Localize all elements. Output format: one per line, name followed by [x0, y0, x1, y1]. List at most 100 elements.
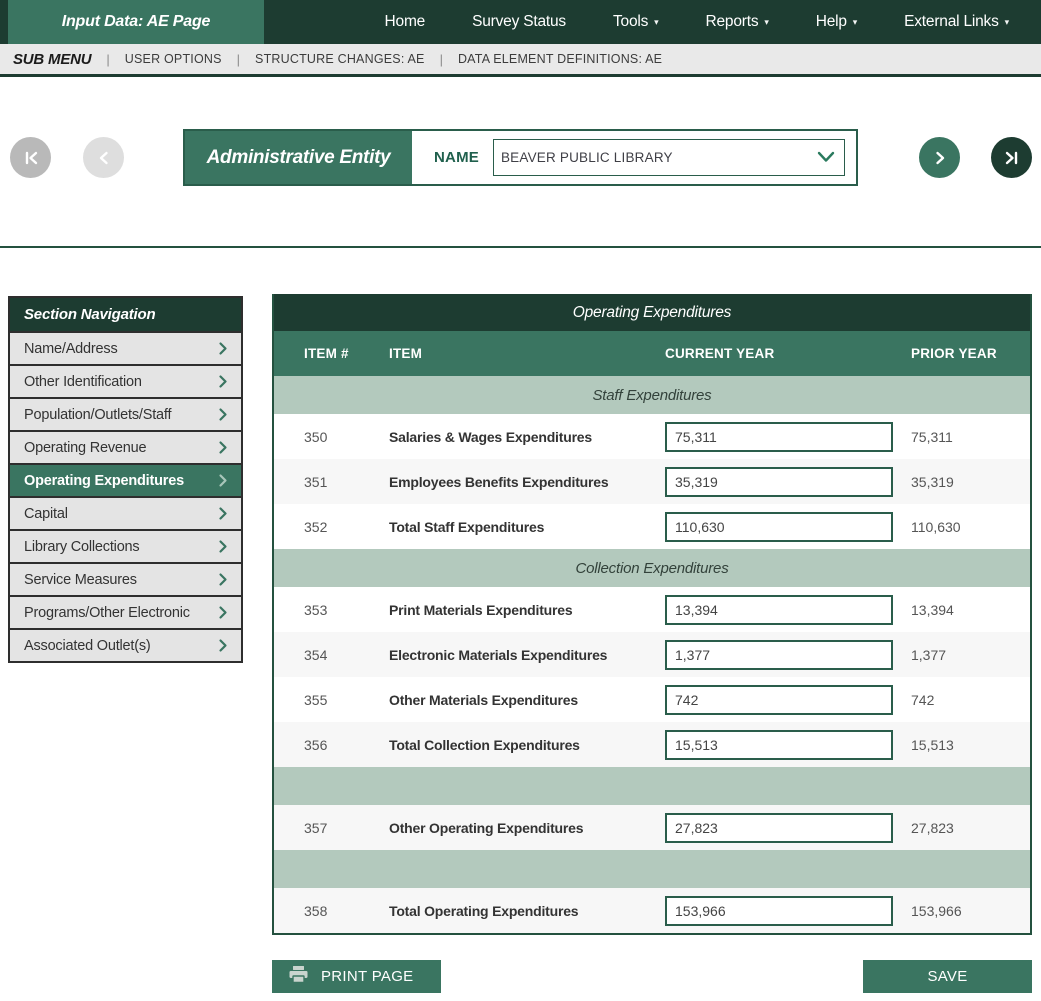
sidebar-item[interactable]: Service Measures: [10, 562, 241, 595]
item-label: Other Operating Expenditures: [389, 820, 665, 836]
page: Input Data: AE Page Home Survey Status T…: [0, 0, 1041, 1001]
sub-menu-item[interactable]: DATA ELEMENT DEFINITIONS: AE: [458, 52, 662, 66]
prior-year-value: 1,377: [911, 647, 1030, 663]
entity-name-area: NAME BEAVER PUBLIC LIBRARY: [412, 131, 856, 184]
table-row: 356 Total Collection Expenditures 15,513: [274, 722, 1030, 767]
prior-year-value: 35,319: [911, 474, 1030, 490]
separator: |: [106, 52, 109, 67]
col-header-item-num: ITEM #: [304, 346, 389, 361]
item-label: Total Collection Expenditures: [389, 737, 665, 753]
prior-year-value: 110,630: [911, 519, 1030, 535]
menu-item[interactable]: Reports▾: [706, 13, 769, 31]
prior-year-value: 75,311: [911, 429, 1030, 445]
table-row: 350 Salaries & Wages Expenditures 75,311: [274, 414, 1030, 459]
current-year-input[interactable]: [665, 813, 893, 843]
col-header-prior-year: PRIOR YEAR: [911, 346, 1030, 361]
current-year-input[interactable]: [665, 422, 893, 452]
sub-menu-item[interactable]: USER OPTIONS: [125, 52, 222, 66]
current-year-input[interactable]: [665, 640, 893, 670]
item-label: Electronic Materials Expenditures: [389, 647, 665, 663]
chevron-right-icon: [218, 341, 228, 356]
current-year-input[interactable]: [665, 595, 893, 625]
item-number: 358: [304, 903, 389, 919]
sub-menu-item[interactable]: STRUCTURE CHANGES: AE: [255, 52, 425, 66]
table-row: 351 Employees Benefits Expenditures 35,3…: [274, 459, 1030, 504]
item-number: 350: [304, 429, 389, 445]
sidebar-item[interactable]: Other Identification: [10, 364, 241, 397]
sub-menu-title: SUB MENU: [13, 51, 91, 68]
sidebar-item[interactable]: Library Collections: [10, 529, 241, 562]
chevron-right-icon: [218, 572, 228, 587]
print-page-label: PRINT PAGE: [321, 968, 413, 985]
sidebar-item[interactable]: Operating Revenue: [10, 430, 241, 463]
current-year-input[interactable]: [665, 730, 893, 760]
section-divider: [0, 246, 1041, 248]
item-number: 353: [304, 602, 389, 618]
current-year-input[interactable]: [665, 896, 893, 926]
current-year-input[interactable]: [665, 467, 893, 497]
item-label: Salaries & Wages Expenditures: [389, 429, 665, 445]
table-section-row: Collection Expenditures: [274, 549, 1030, 587]
chevron-right-icon: [218, 440, 228, 455]
active-page-tab[interactable]: Input Data: AE Page: [8, 0, 264, 44]
sidebar-item[interactable]: Programs/Other Electronic: [10, 595, 241, 628]
print-page-button[interactable]: PRINT PAGE: [272, 960, 441, 993]
caret-down-icon: ▾: [1005, 18, 1009, 27]
table-title: Operating Expenditures: [274, 294, 1030, 331]
menu-item[interactable]: Home: [385, 13, 426, 31]
prior-year-value: 742: [911, 692, 1030, 708]
chevron-right-icon: [218, 473, 228, 488]
separator: |: [440, 52, 443, 67]
first-record-icon: [20, 147, 42, 169]
item-label: Employees Benefits Expenditures: [389, 474, 665, 490]
first-record-button[interactable]: [10, 137, 51, 178]
current-year-input[interactable]: [665, 685, 893, 715]
item-number: 356: [304, 737, 389, 753]
active-page-tab-label: Input Data: AE Page: [62, 13, 211, 31]
table-row: 352 Total Staff Expenditures 110,630: [274, 504, 1030, 549]
table-body: Staff Expenditures 350 Salaries & Wages …: [274, 376, 1030, 933]
menu-item[interactable]: Tools▾: [613, 13, 659, 31]
entity-type-label: Administrative Entity: [185, 131, 412, 184]
section-navigation-title: Section Navigation: [10, 298, 241, 331]
current-year-input[interactable]: [665, 512, 893, 542]
chevron-right-icon: [218, 407, 228, 422]
item-label: Total Staff Expenditures: [389, 519, 665, 535]
main-menu: Home Survey Status Tools▾ Reports▾ Help▾…: [264, 0, 1041, 44]
chevron-right-icon: [218, 638, 228, 653]
col-header-current-year: CURRENT YEAR: [665, 346, 911, 361]
col-header-item: ITEM: [389, 346, 665, 361]
sidebar-item[interactable]: Population/Outlets/Staff: [10, 397, 241, 430]
menu-item[interactable]: Help▾: [816, 13, 857, 31]
section-navigation-items: Name/Address Other Identification Popula…: [10, 331, 241, 661]
sidebar-item[interactable]: Capital: [10, 496, 241, 529]
item-label: Total Operating Expenditures: [389, 903, 665, 919]
sidebar-item[interactable]: Name/Address: [10, 331, 241, 364]
previous-record-button[interactable]: [83, 137, 124, 178]
sub-menu-bar: SUB MENU | USER OPTIONS | STRUCTURE CHANGE…: [0, 44, 1041, 77]
chevron-right-icon: [218, 374, 228, 389]
table-header-row: ITEM # ITEM CURRENT YEAR PRIOR YEAR: [274, 331, 1030, 376]
entity-name-select[interactable]: BEAVER PUBLIC LIBRARY: [493, 139, 845, 176]
item-number: 352: [304, 519, 389, 535]
chevron-right-icon: [218, 506, 228, 521]
prior-year-value: 15,513: [911, 737, 1030, 753]
name-label: NAME: [434, 149, 479, 166]
table-section-row: [274, 767, 1030, 805]
sidebar-item[interactable]: Operating Expenditures: [10, 463, 241, 496]
save-button[interactable]: SAVE: [863, 960, 1032, 993]
save-label: SAVE: [927, 968, 967, 985]
item-number: 355: [304, 692, 389, 708]
next-record-button[interactable]: [919, 137, 960, 178]
separator: |: [237, 52, 240, 67]
menu-item[interactable]: External Links▾: [904, 13, 1009, 31]
chevron-right-icon: [218, 539, 228, 554]
table-row: 358 Total Operating Expenditures 153,966: [274, 888, 1030, 933]
menu-item[interactable]: Survey Status: [472, 13, 566, 31]
chevron-right-icon: [218, 605, 228, 620]
chevron-right-icon: [929, 147, 951, 169]
sidebar-item[interactable]: Associated Outlet(s): [10, 628, 241, 661]
caret-down-icon: ▾: [654, 18, 658, 27]
last-record-button[interactable]: [991, 137, 1032, 178]
last-record-icon: [1001, 147, 1023, 169]
